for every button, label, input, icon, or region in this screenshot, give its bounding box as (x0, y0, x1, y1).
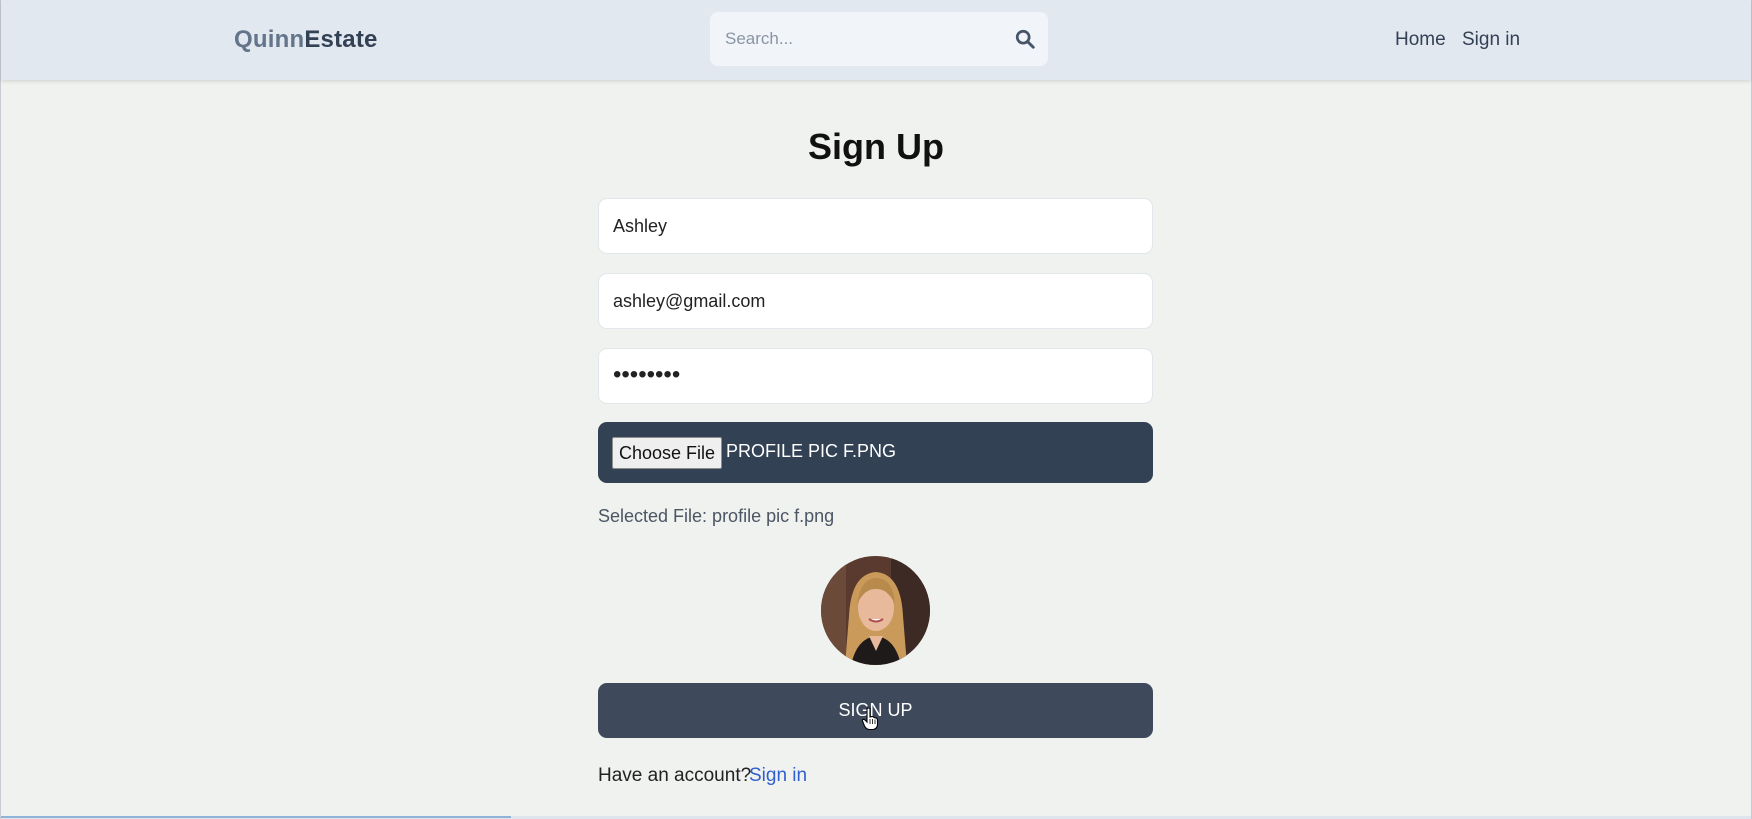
password-field[interactable]: •••••••• (598, 348, 1153, 404)
logo-part-quinn: Quinn (234, 26, 305, 53)
selected-file-text: Selected File: profile pic f.png (598, 506, 835, 526)
page-title: Sign Up (808, 126, 944, 167)
have-account-text: Have an account? (598, 765, 752, 786)
nav-sign-in-link[interactable]: Sign in (1462, 29, 1520, 51)
email-field[interactable]: ashley@gmail.com (598, 273, 1153, 329)
chosen-file-name: PROFILE PIC F.PNG (726, 441, 897, 461)
top-navbar: QuinnEstate Search... Home Sign in (1, 0, 1751, 80)
choose-file-button[interactable]: Choose File (612, 437, 722, 469)
sign-in-link[interactable]: Sign in (749, 765, 807, 787)
search-input[interactable]: Search... (725, 29, 793, 49)
username-value: Ashley (613, 216, 668, 236)
username-field[interactable]: Ashley (598, 198, 1153, 254)
file-input[interactable]: Choose File PROFILE PIC F.PNG (598, 422, 1153, 483)
site-logo[interactable]: QuinnEstate (234, 26, 378, 54)
email-value: ashley@gmail.com (613, 291, 766, 311)
password-value: •••••••• (613, 361, 681, 388)
scroll-indicator (1, 816, 511, 818)
nav-home-link[interactable]: Home (1395, 29, 1446, 51)
search-box[interactable]: Search... (710, 12, 1048, 66)
logo-part-estate: Estate (304, 26, 378, 53)
search-icon[interactable] (1014, 28, 1036, 50)
avatar-photo (821, 556, 930, 665)
avatar (821, 556, 930, 665)
pointer-cursor-icon (861, 707, 879, 731)
